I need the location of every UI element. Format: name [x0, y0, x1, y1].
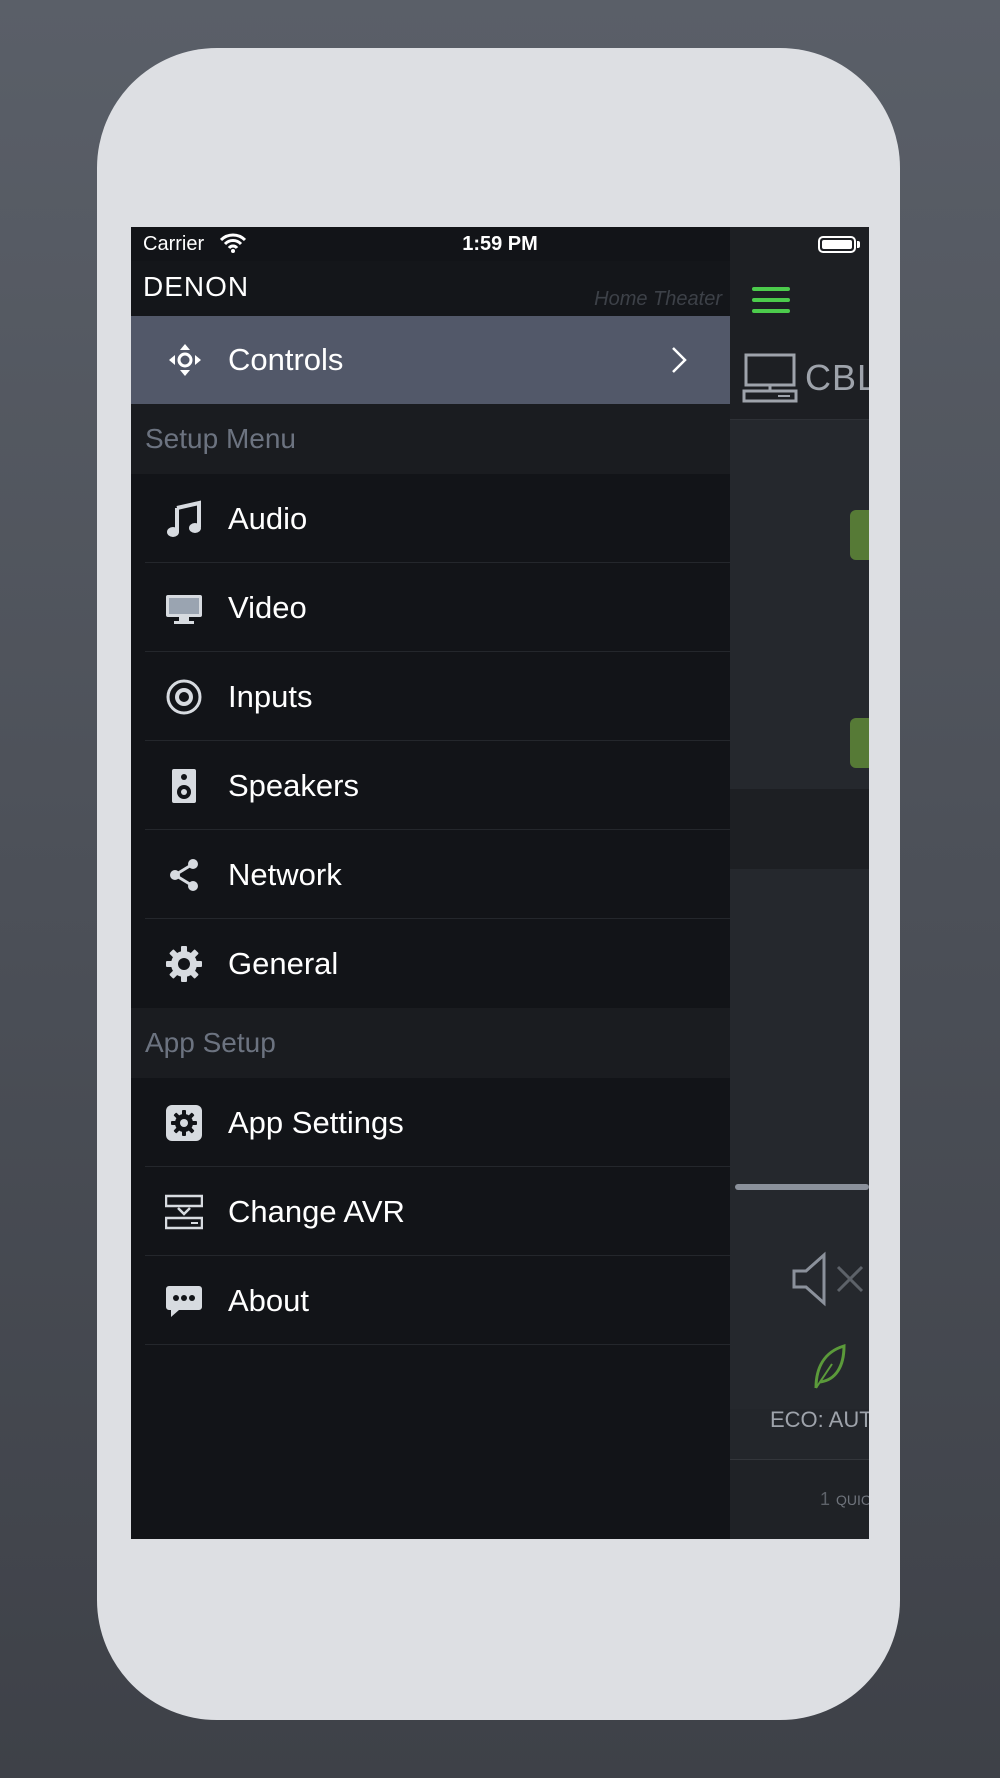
- menu-item-about[interactable]: About: [131, 1256, 730, 1345]
- zone-power-button[interactable]: [850, 510, 869, 560]
- speaker-icon: [172, 769, 196, 803]
- menu-label: Video: [228, 590, 307, 625]
- brand-logo: DENON: [143, 271, 250, 302]
- input-ring-icon: [166, 679, 202, 715]
- setup-menu-title: Setup Menu: [145, 423, 296, 454]
- status-time: 1:59 PM: [462, 233, 538, 255]
- mute-icon[interactable]: [790, 1249, 869, 1309]
- menu-item-change-avr[interactable]: Change AVR: [131, 1167, 730, 1256]
- status-bar: Carrier 1:59 PM: [131, 227, 869, 261]
- menu-item-speakers[interactable]: Speakers: [131, 741, 730, 830]
- volume-slider[interactable]: [735, 1184, 869, 1190]
- menu-item-inputs[interactable]: Inputs: [131, 652, 730, 741]
- leaf-icon[interactable]: [810, 1344, 848, 1390]
- chevron-right-icon: [672, 347, 687, 373]
- app-setup-header: App Setup: [131, 1008, 730, 1078]
- app-screen: CBL ECO: AUT 1 QUIC DENON Home Theater C…: [131, 227, 869, 1539]
- cable-box-icon: [742, 353, 798, 403]
- monitor-icon: [166, 595, 202, 624]
- music-note-icon: [167, 500, 201, 537]
- main-content: CBL ECO: AUT 1 QUIC: [730, 227, 869, 1539]
- menu-label: Network: [228, 857, 342, 892]
- settings-box-icon: [166, 1105, 202, 1141]
- eco-mode-label: ECO: AUT: [770, 1407, 869, 1432]
- share-icon: [170, 859, 198, 891]
- menu-label: Speakers: [228, 768, 359, 803]
- menu-label: App Settings: [228, 1105, 404, 1140]
- directional-pad-icon: [169, 344, 201, 376]
- controls-menu-item[interactable]: Controls: [131, 316, 730, 404]
- menu-item-audio[interactable]: Audio: [131, 474, 730, 563]
- main-lower-panel: [730, 869, 869, 1409]
- zone-panel: [730, 419, 869, 790]
- main-band: [730, 789, 869, 869]
- menu-item-network[interactable]: Network: [131, 830, 730, 919]
- zone-subtitle: Home Theater: [594, 288, 722, 310]
- chat-bubble-icon: [166, 1286, 202, 1317]
- app-setup-title: App Setup: [145, 1027, 276, 1058]
- menu-label: Audio: [228, 501, 308, 536]
- menu-item-app-settings[interactable]: App Settings: [131, 1078, 730, 1167]
- hamburger-menu-icon[interactable]: [752, 287, 790, 317]
- menu-label: About: [228, 1283, 310, 1318]
- menu-item-video[interactable]: Video: [131, 563, 730, 652]
- battery-icon: [818, 236, 856, 253]
- side-drawer: DENON Home Theater Controls Setup Menu A…: [131, 227, 730, 1539]
- controls-label: Controls: [228, 342, 344, 377]
- source-label[interactable]: CBL: [805, 357, 869, 399]
- gear-icon: [166, 946, 202, 982]
- menu-item-general[interactable]: General: [131, 919, 730, 1008]
- change-avr-icon: [165, 1194, 203, 1230]
- menu-label: General: [228, 946, 339, 981]
- menu-label: Change AVR: [228, 1194, 405, 1229]
- setup-menu-header: Setup Menu: [131, 404, 730, 474]
- menu-label: Inputs: [228, 679, 313, 714]
- quick-select-1[interactable]: 1 QUIC: [820, 1489, 869, 1510]
- battery-tip: [857, 241, 860, 248]
- zone-power-button-2[interactable]: [850, 718, 869, 768]
